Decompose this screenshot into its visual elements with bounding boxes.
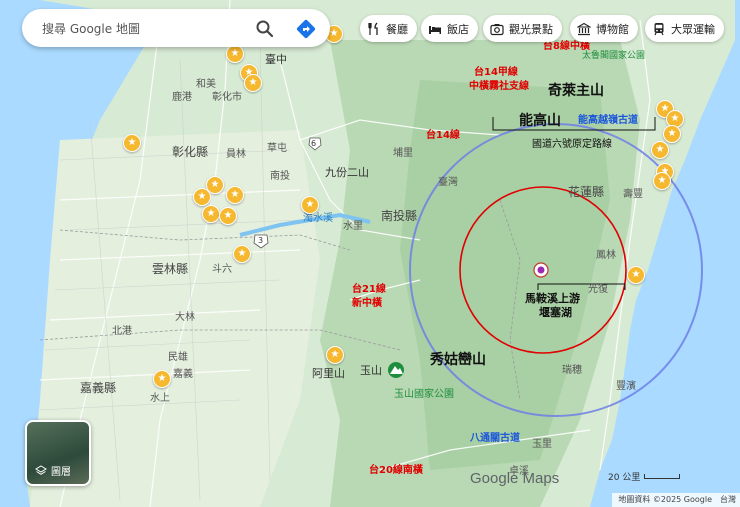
attraction-star-icon[interactable]: ★ bbox=[233, 245, 251, 263]
label-route6-planned: 國道六號原定路線 bbox=[532, 139, 612, 150]
annotation-route21-line1: 台21線 bbox=[352, 284, 386, 295]
chip-hotels[interactable]: 飯店 bbox=[421, 15, 478, 42]
chip-attractions[interactable]: 觀光景點 bbox=[483, 15, 562, 42]
google-maps-logo: Google Maps bbox=[470, 470, 560, 487]
annotation-barrier-lake-line2: 堰塞湖 bbox=[539, 306, 572, 319]
annotation-nenggao-trail: 能高越嶺古道 bbox=[578, 115, 638, 126]
label-jiufen-ershan: 九份二山 bbox=[325, 166, 369, 179]
label-changhua-city: 彰化市 bbox=[212, 92, 242, 103]
label-taroko-park: 太魯閣國家公園 bbox=[582, 51, 646, 61]
label-xiuguluan: 秀姑巒山 bbox=[430, 352, 486, 368]
label-minxiong: 民雄 bbox=[168, 352, 188, 363]
map-canvas[interactable]: 臺中 和美 鹿港 彰化市 彰化縣 員林 南投 草屯 埔里 九份二山 南投縣 水里… bbox=[0, 0, 740, 507]
annotation-route20: 台20線南橫 bbox=[369, 465, 423, 476]
label-puli: 埔里 bbox=[393, 148, 413, 159]
directions-icon[interactable] bbox=[295, 18, 317, 40]
chip-label: 博物館 bbox=[596, 22, 629, 36]
attraction-star-icon[interactable]: ★ bbox=[193, 188, 211, 206]
museum-icon bbox=[575, 22, 593, 36]
label-chiayi-county: 嘉義縣 bbox=[80, 381, 117, 395]
fork-knife-icon bbox=[367, 22, 381, 36]
chip-label: 餐廳 bbox=[386, 22, 408, 36]
chip-transit[interactable]: 大眾運輸 bbox=[645, 15, 724, 42]
region-label[interactable]: 台灣 bbox=[720, 494, 736, 507]
label-zhuoshui-river: 濁水溪 bbox=[303, 213, 333, 224]
label-yunlin-county: 雲林縣 bbox=[152, 262, 189, 276]
search-box[interactable] bbox=[22, 9, 330, 47]
label-shuishang: 水上 bbox=[150, 393, 170, 404]
layers-label: 圖層 bbox=[51, 467, 71, 478]
chip-label: 大眾運輸 bbox=[671, 22, 715, 36]
attribution: 地圖資料 ©2025 Google 台灣 bbox=[612, 493, 740, 507]
label-caotun: 草屯 bbox=[267, 143, 287, 154]
label-dalin: 大林 bbox=[175, 312, 195, 323]
label-fengbin: 豐濱 bbox=[616, 381, 636, 392]
annotation-route8: 台8線中橫 bbox=[543, 41, 590, 52]
label-alishan: 阿里山 bbox=[312, 367, 345, 380]
label-guangfu: 光復 bbox=[588, 284, 608, 295]
label-changhua-county: 彰化縣 bbox=[172, 145, 209, 159]
camera-icon bbox=[490, 22, 504, 36]
annotation-route21-line2: 新中橫 bbox=[352, 298, 382, 309]
scale-label: 20 公里 bbox=[608, 473, 641, 483]
label-qilai: 奇萊主山 bbox=[548, 83, 604, 99]
annotation-route14a-line1: 台14甲線 bbox=[474, 67, 518, 78]
label-nantou-town: 南投 bbox=[270, 171, 290, 182]
label-beigang: 北港 bbox=[112, 326, 132, 337]
label-nantou-county: 南投縣 bbox=[381, 209, 418, 223]
attraction-star-icon[interactable]: ★ bbox=[653, 172, 671, 190]
attraction-star-icon[interactable]: ★ bbox=[244, 74, 262, 92]
search-input[interactable] bbox=[40, 18, 254, 40]
attraction-star-icon[interactable]: ★ bbox=[219, 207, 237, 225]
label-yushan: 玉山 bbox=[360, 364, 382, 377]
label-shoufeng: 壽豐 bbox=[623, 189, 643, 200]
map-terrain bbox=[0, 0, 740, 507]
attraction-star-icon[interactable]: ★ bbox=[226, 186, 244, 204]
label-hualien-county: 花蓮縣 bbox=[568, 185, 605, 199]
scale-bar-line bbox=[644, 474, 681, 479]
label-fenglin: 鳳林 bbox=[596, 250, 616, 261]
layers-button[interactable]: 圖層 bbox=[25, 420, 91, 486]
attraction-star-icon[interactable]: ★ bbox=[663, 125, 681, 143]
bed-icon bbox=[428, 22, 442, 36]
label-hemei: 和美 bbox=[196, 79, 216, 90]
chip-label: 飯店 bbox=[447, 22, 469, 36]
chip-museums[interactable]: 博物館 bbox=[570, 15, 638, 42]
annotation-route14: 台14線 bbox=[426, 130, 460, 141]
map-data-attribution: 地圖資料 ©2025 Google bbox=[618, 495, 712, 504]
attraction-star-icon[interactable]: ★ bbox=[123, 134, 141, 152]
label-chiayi: 嘉義 bbox=[173, 369, 193, 380]
label-yushan-park: 玉山國家公園 bbox=[394, 389, 454, 400]
chip-label: 觀光景點 bbox=[509, 22, 553, 36]
label-road-3: 3 bbox=[258, 236, 264, 245]
layers-icon bbox=[35, 464, 47, 477]
attraction-star-icon[interactable]: ★ bbox=[651, 141, 669, 159]
transit-icon bbox=[652, 22, 666, 36]
label-douliu: 斗六 bbox=[212, 264, 232, 275]
label-yuanlin: 員林 bbox=[226, 149, 246, 160]
label-nenggao: 能高山 bbox=[519, 113, 561, 129]
attraction-star-icon[interactable]: ★ bbox=[226, 45, 244, 63]
label-lukang: 鹿港 bbox=[172, 92, 192, 103]
label-taichung: 臺中 bbox=[265, 53, 287, 66]
label-ruisui: 瑞穗 bbox=[562, 365, 582, 376]
chip-restaurants[interactable]: 餐廳 bbox=[360, 15, 417, 42]
attraction-star-icon[interactable]: ★ bbox=[326, 346, 344, 364]
label-shuili: 水里 bbox=[343, 221, 363, 232]
label-yuli: 玉里 bbox=[532, 439, 552, 450]
annotation-batongguan-trail: 八通關古道 bbox=[470, 433, 520, 444]
attraction-star-icon[interactable]: ★ bbox=[301, 196, 319, 214]
label-mountain-small: 臺灣 bbox=[438, 177, 458, 188]
search-icon[interactable] bbox=[254, 18, 276, 40]
annotation-route14a-line2: 中橫霧社支線 bbox=[469, 81, 529, 92]
annotation-barrier-lake-line1: 馬鞍溪上游 bbox=[525, 292, 580, 305]
attraction-star-icon[interactable]: ★ bbox=[202, 205, 220, 223]
scale-bar[interactable]: 20 公里 bbox=[608, 470, 681, 483]
label-road-6: 6 bbox=[311, 139, 317, 148]
attraction-star-icon[interactable]: ★ bbox=[153, 370, 171, 388]
attraction-star-icon[interactable]: ★ bbox=[627, 266, 645, 284]
